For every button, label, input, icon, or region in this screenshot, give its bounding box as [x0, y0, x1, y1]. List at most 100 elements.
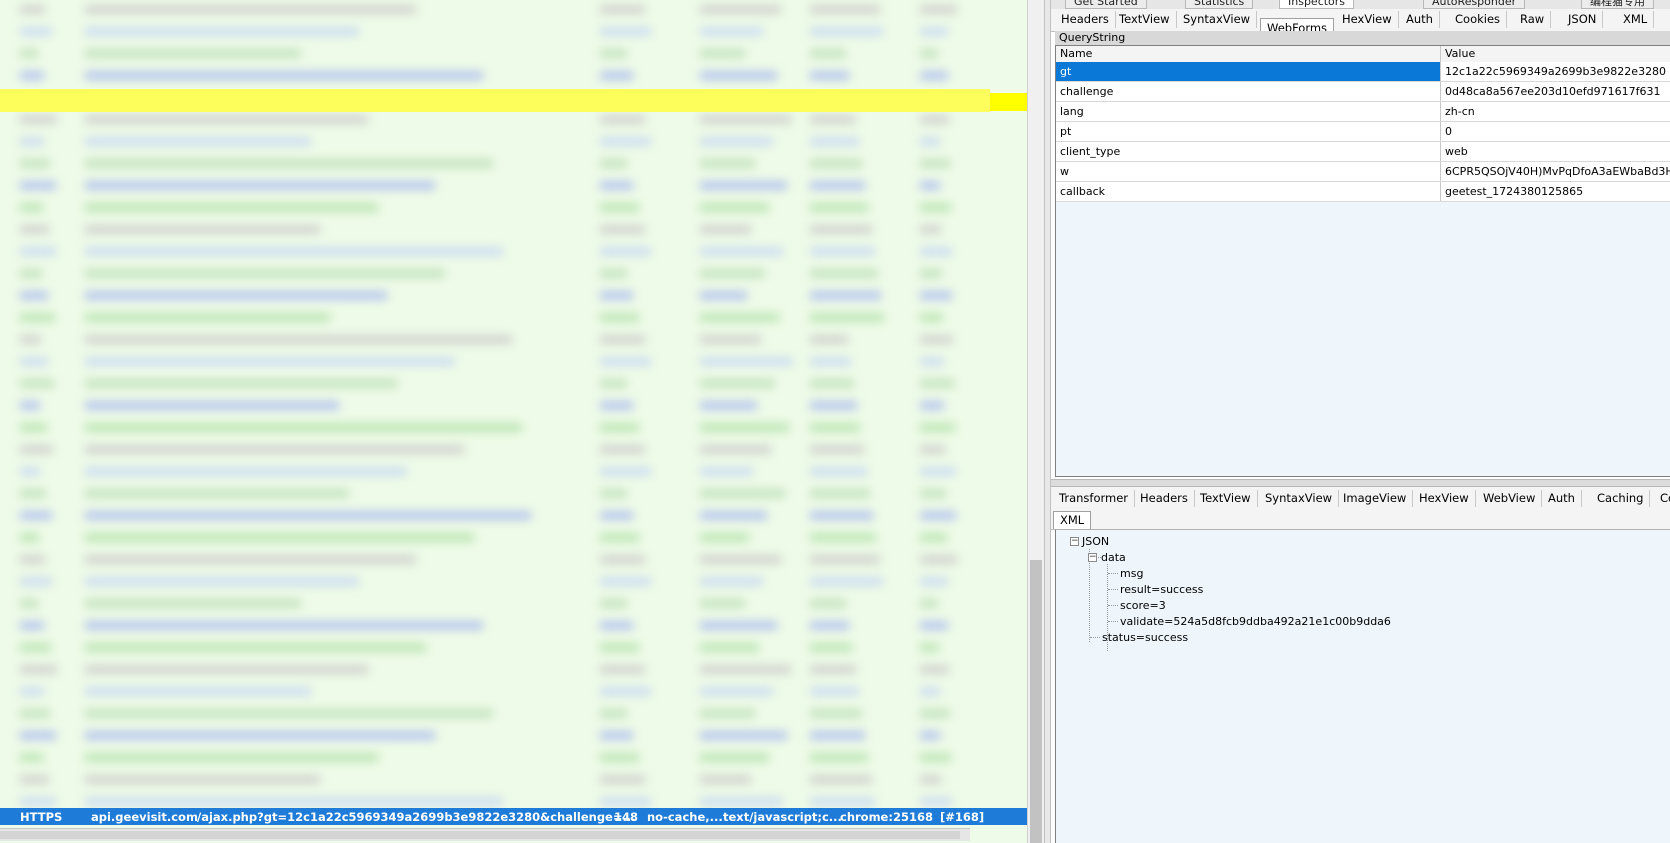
resp-tab-textview[interactable]: TextView [1194, 490, 1258, 507]
blurred-cell [85, 754, 378, 761]
blurred-cell [600, 402, 633, 409]
resp-tab-hexview[interactable]: HexView [1413, 490, 1476, 507]
tree-node-result[interactable]: result=success [1120, 583, 1203, 597]
querystring-row-w[interactable]: w 6CPR5QSOjV40H)MvPqDfoA3aEWbaBd3HK(QI [1056, 162, 1670, 182]
req-tab-xml[interactable]: XML [1617, 11, 1655, 28]
tab-get-started[interactable]: Get Started [1065, 0, 1147, 9]
vertical-scrollbar[interactable] [1027, 0, 1044, 843]
resp-tab-transformer[interactable]: Transformer [1053, 490, 1136, 507]
tab-autoresponder[interactable]: AutoResponder [1423, 0, 1526, 9]
blurred-cell [700, 248, 783, 255]
collapse-json-icon[interactable]: − [1070, 537, 1079, 546]
blurred-cell [20, 314, 55, 321]
column-header-value[interactable]: Value [1441, 46, 1670, 62]
blurred-cell [600, 72, 633, 79]
blurred-cell [920, 490, 946, 497]
blurred-cell [700, 732, 787, 739]
column-header-name[interactable]: Name [1056, 46, 1441, 62]
blurred-cell [810, 622, 850, 629]
tab-statistics[interactable]: Statistics [1185, 0, 1254, 9]
req-tab-cookies[interactable]: Cookies [1449, 11, 1508, 28]
querystring-grid[interactable]: Name Value gt 12c1a22c5969349a2699b3e9822… [1055, 45, 1670, 477]
vertical-scrollbar-thumb[interactable] [1030, 560, 1042, 843]
blurred-cell [20, 50, 38, 57]
blurred-cell [700, 50, 745, 57]
blurred-cell [600, 270, 627, 277]
blurred-cell [85, 28, 359, 35]
blurred-cell [700, 446, 771, 453]
resp-tab-cookies[interactable]: Co [1654, 490, 1670, 507]
tree-line [1108, 573, 1118, 574]
blurred-cell [85, 776, 321, 783]
resp-tab-auth[interactable]: Auth [1542, 490, 1582, 507]
blurred-cell [810, 798, 875, 805]
blurred-cell [810, 160, 862, 167]
param-value: 12c1a22c5969349a2699b3e9822e3280 [1445, 65, 1667, 78]
blurred-cell [85, 798, 503, 805]
blurred-cell [920, 270, 942, 277]
blurred-cell [20, 666, 58, 673]
blurred-cell [810, 512, 874, 519]
tree-line [1108, 605, 1118, 606]
tab-inspectors[interactable]: Inspectors [1279, 0, 1355, 9]
querystring-row-challenge[interactable]: challenge 0d48ca8a567ee203d10efd971617f63… [1056, 82, 1670, 102]
tree-node-json[interactable]: JSON [1082, 535, 1109, 549]
tree-node-data[interactable]: data [1101, 551, 1126, 565]
blurred-cell [810, 270, 878, 277]
querystring-row-gt[interactable]: gt 12c1a22c5969349a2699b3e9822e3280 [1056, 62, 1670, 82]
req-tab-auth[interactable]: Auth [1400, 11, 1440, 28]
horizontal-splitter[interactable] [1051, 479, 1670, 487]
req-tab-raw[interactable]: Raw [1514, 11, 1552, 28]
blurred-cell [920, 314, 943, 321]
selected-session-row[interactable]: HTTPS api.geevisit.com /ajax.php?gt=12c1… [0, 808, 1027, 825]
resp-tab-syntaxview[interactable]: SyntaxView [1259, 490, 1340, 507]
blurred-cell [700, 160, 755, 167]
blurred-cell [85, 468, 407, 475]
blurred-cell [600, 556, 645, 563]
querystring-row-pt[interactable]: pt 0 [1056, 122, 1670, 142]
horizontal-scrollbar[interactable] [0, 828, 970, 841]
req-tab-hexview[interactable]: HexView [1336, 11, 1399, 28]
blurred-cell [920, 358, 944, 365]
resp-tab-webview[interactable]: WebView [1477, 490, 1543, 507]
resp-tab-imageview[interactable]: ImageView [1337, 490, 1414, 507]
tree-node-msg[interactable]: msg [1120, 567, 1143, 581]
querystring-row-callback[interactable]: callback geetest_1724380125865 [1056, 182, 1670, 202]
blurred-cell [810, 490, 870, 497]
blurred-cell [20, 512, 53, 519]
panel-splitter[interactable] [1044, 0, 1051, 843]
resp-tab-headers[interactable]: Headers [1134, 490, 1195, 507]
blurred-cell [700, 314, 779, 321]
json-tree-view[interactable]: − JSON − data msg result=success score=3… [1055, 529, 1670, 843]
tab-custom[interactable]: 编程猫专用 [1581, 0, 1654, 9]
req-tab-syntaxview[interactable]: SyntaxView [1177, 11, 1258, 28]
req-tab-json[interactable]: JSON [1562, 11, 1604, 28]
querystring-row-client-type[interactable]: client_type web [1056, 142, 1670, 162]
collapse-data-icon[interactable]: − [1088, 553, 1097, 562]
blurred-cell [20, 402, 41, 409]
req-tab-headers[interactable]: Headers [1055, 11, 1116, 28]
blurred-cell [920, 732, 941, 739]
param-name: gt [1056, 62, 1441, 81]
blurred-cell [810, 556, 880, 563]
session-list[interactable]: HTTPS api.geevisit.com /ajax.php?gt=12c1… [0, 0, 1027, 843]
req-tab-textview[interactable]: TextView [1113, 11, 1177, 28]
querystring-row-lang[interactable]: lang zh-cn [1056, 102, 1670, 122]
blurred-cell [85, 446, 465, 453]
blurred-cell [810, 72, 850, 79]
resp-tab-xml[interactable]: XML [1053, 511, 1092, 529]
tree-node-validate[interactable]: validate=524a5d8fcb9ddba492a21e1c00b9dda… [1120, 615, 1391, 629]
blurred-cell [700, 358, 793, 365]
blurred-cell [700, 138, 773, 145]
highlighted-session-row[interactable] [0, 89, 990, 112]
horizontal-scrollbar-thumb[interactable] [0, 831, 960, 839]
tree-node-status[interactable]: status=success [1102, 631, 1188, 645]
blurred-cell [600, 798, 651, 805]
resp-tab-caching[interactable]: Caching [1591, 490, 1651, 507]
blurred-cell [920, 138, 940, 145]
blurred-cell [85, 512, 532, 519]
blurred-cell [920, 292, 953, 299]
blurred-cell [810, 138, 859, 145]
tree-node-score[interactable]: score=3 [1120, 599, 1166, 613]
blurred-cell [20, 776, 50, 783]
